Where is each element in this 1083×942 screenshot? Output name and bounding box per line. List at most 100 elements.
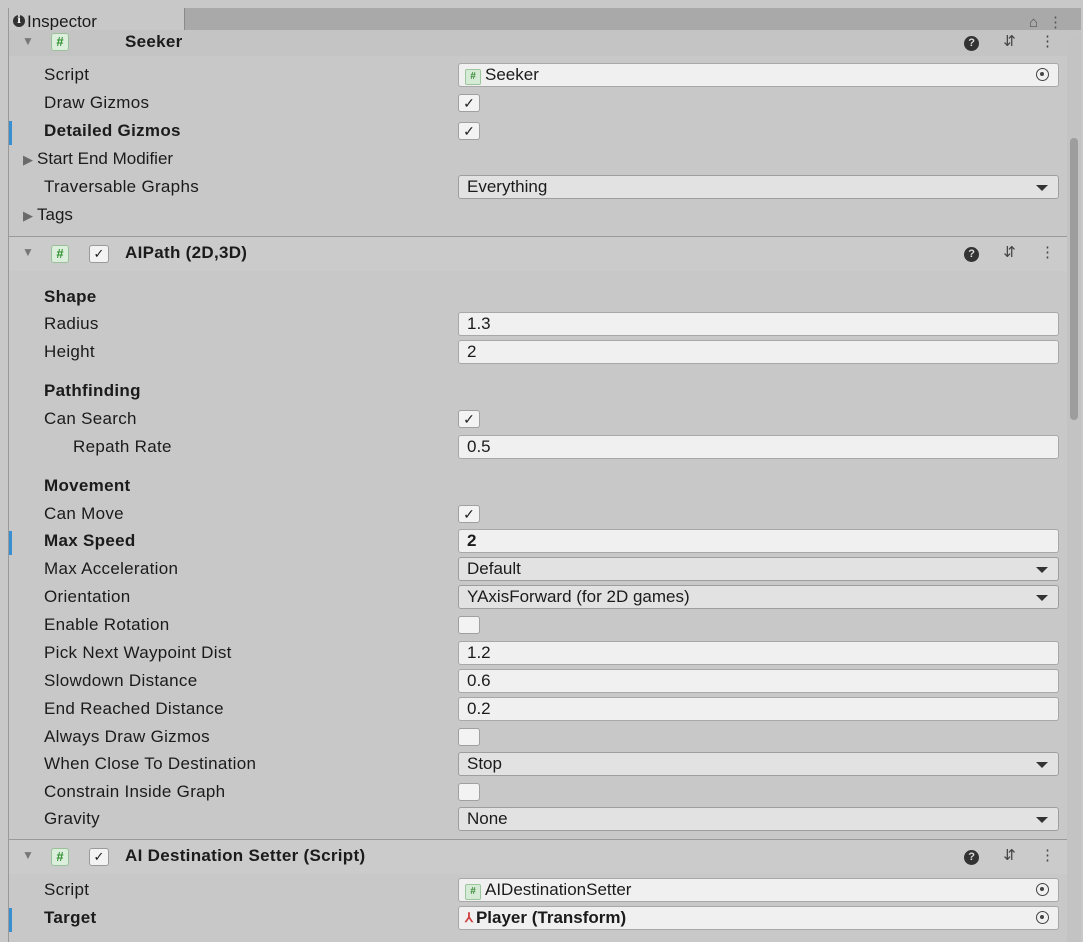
lock-icon[interactable]: ⌂ [1029,14,1048,31]
script-icon: # [51,848,69,866]
gravity-row: Gravity None [9,805,1063,833]
can-move-row: Can Move ✓ [9,500,1063,528]
height-input[interactable]: 2 [458,340,1059,364]
fold-arrow-icon[interactable]: ▼ [22,34,34,48]
constrain-inside-graph-checkbox[interactable] [458,783,480,801]
pick-next-waypoint-input[interactable]: 1.2 [458,641,1059,665]
dropdown-value: None [467,809,508,828]
section-header: Pathfinding [44,381,141,400]
settings-icon[interactable]: ⇵ [1003,243,1016,261]
tab-tools: ⌂⋮ [1029,13,1073,31]
tab-inspector-label: Inspector [27,12,97,31]
field-label: When Close To Destination [44,754,257,773]
section-header: Movement [44,476,131,495]
field-label: Always Draw Gizmos [44,727,210,746]
max-speed-row: Max Speed 2 [9,527,1063,555]
orientation-dropdown[interactable]: YAxisForward (for 2D games) [458,585,1059,609]
script-icon: # [465,69,481,85]
destination-script-row: Script # AIDestinationSetter [9,876,1063,904]
gravity-dropdown[interactable]: None [458,807,1059,831]
foldout-arrow-icon: ▶ [23,208,33,223]
dropdown-arrow-icon [1036,762,1048,768]
traversable-graphs-row: Traversable Graphs Everything [9,173,1063,201]
field-label: Script [44,880,90,899]
pathfinding-header-row: Pathfinding [9,377,1063,405]
component-tools: ? ⇵ ⋮ [944,243,1055,262]
always-draw-gizmos-row: Always Draw Gizmos [9,723,1063,751]
script-object-field[interactable]: # AIDestinationSetter [458,878,1059,902]
help-icon[interactable]: ? [964,36,980,51]
field-label: Max Acceleration [44,559,179,578]
max-acceleration-row: Max Acceleration Default [9,555,1063,583]
foldout[interactable]: ▶ Tags [9,205,73,225]
fold-arrow-icon[interactable]: ▼ [22,245,34,259]
object-picker-icon[interactable] [1036,911,1049,924]
script-object-field[interactable]: # Seeker [458,63,1059,87]
tab-menu-icon[interactable]: ⋮ [1048,14,1073,31]
can-move-checkbox[interactable]: ✓ [458,505,480,523]
aipath-enabled-checkbox[interactable]: ✓ [89,245,109,263]
field-label: End Reached Distance [44,699,224,718]
settings-icon[interactable]: ⇵ [1003,32,1016,50]
scrollbar-thumb[interactable] [1070,138,1078,420]
field-label: Constrain Inside Graph [44,782,226,801]
field-label: Detailed Gizmos [44,121,181,140]
orientation-row: Orientation YAxisForward (for 2D games) [9,583,1063,611]
destination-setter-enabled-checkbox[interactable]: ✓ [89,848,109,866]
vertical-scrollbar[interactable] [1067,38,1081,942]
detailed-gizmos-checkbox[interactable]: ✓ [458,122,480,140]
inspector-window: i Inspector ⌂⋮ ▼ # Seeker ? ⇵ ⋮ Script #… [8,8,1081,942]
dropdown-value: Everything [467,177,548,196]
traversable-graphs-dropdown[interactable]: Everything [458,175,1059,199]
settings-icon[interactable]: ⇵ [1003,846,1016,864]
help-icon[interactable]: ? [964,247,980,262]
aipath-header[interactable]: ▼ # ✓ AIPath (2D,3D) ? ⇵ ⋮ [9,236,1081,271]
dropdown-value: Default [467,559,521,578]
seeker-header[interactable]: ▼ # Seeker ? ⇵ ⋮ [9,30,1081,56]
component-tools: ? ⇵ ⋮ [944,846,1055,865]
radius-input[interactable]: 1.3 [458,312,1059,336]
destination-setter-header[interactable]: ▼ # ✓ AI Destination Setter (Script) ? ⇵… [9,839,1081,874]
max-acceleration-dropdown[interactable]: Default [458,557,1059,581]
target-value: Player (Transform) [475,908,627,927]
field-label: Start End Modifier [37,149,174,168]
object-picker-icon[interactable] [1036,883,1049,896]
end-reached-distance-row: End Reached Distance 0.2 [9,695,1063,723]
field-label: Height [44,342,95,361]
movement-header-row: Movement [9,472,1063,500]
field-label: Tags [37,205,73,224]
height-row: Height 2 [9,338,1063,366]
foldout[interactable]: ▶ Start End Modifier [9,149,173,169]
tags-row[interactable]: ▶ Tags [9,201,1063,229]
start-end-modifier-row[interactable]: ▶ Start End Modifier [9,145,1063,173]
field-label: Slowdown Distance [44,671,198,690]
component-menu-icon[interactable]: ⋮ [1040,243,1055,261]
repath-rate-input[interactable]: 0.5 [458,435,1059,459]
info-icon: i [13,15,25,27]
when-close-row: When Close To Destination Stop [9,750,1063,778]
component-menu-icon[interactable]: ⋮ [1040,846,1055,864]
repath-rate-row: Repath Rate 0.5 [9,433,1063,461]
object-picker-icon[interactable] [1036,68,1049,81]
end-reached-distance-input[interactable]: 0.2 [458,697,1059,721]
target-object-field[interactable]: ⅄ Player (Transform) [458,906,1059,930]
max-speed-input[interactable]: 2 [458,529,1059,553]
radius-row: Radius 1.3 [9,310,1063,338]
can-search-checkbox[interactable]: ✓ [458,410,480,428]
field-label: Max Speed [44,531,136,550]
field-label: Enable Rotation [44,615,170,634]
constrain-inside-graph-row: Constrain Inside Graph [9,778,1063,806]
help-icon[interactable]: ? [964,850,980,865]
when-close-dropdown[interactable]: Stop [458,752,1059,776]
component-menu-icon[interactable]: ⋮ [1040,32,1055,50]
dropdown-value: YAxisForward (for 2D games) [467,587,690,606]
enable-rotation-checkbox[interactable] [458,616,480,634]
field-label: Script [44,65,90,84]
always-draw-gizmos-checkbox[interactable] [458,728,480,746]
draw-gizmos-checkbox[interactable]: ✓ [458,94,480,112]
field-label: Target [44,908,97,927]
field-label: Draw Gizmos [44,93,150,112]
fold-arrow-icon[interactable]: ▼ [22,848,34,862]
seeker-script-row: Script # Seeker [9,61,1063,89]
slowdown-distance-input[interactable]: 0.6 [458,669,1059,693]
